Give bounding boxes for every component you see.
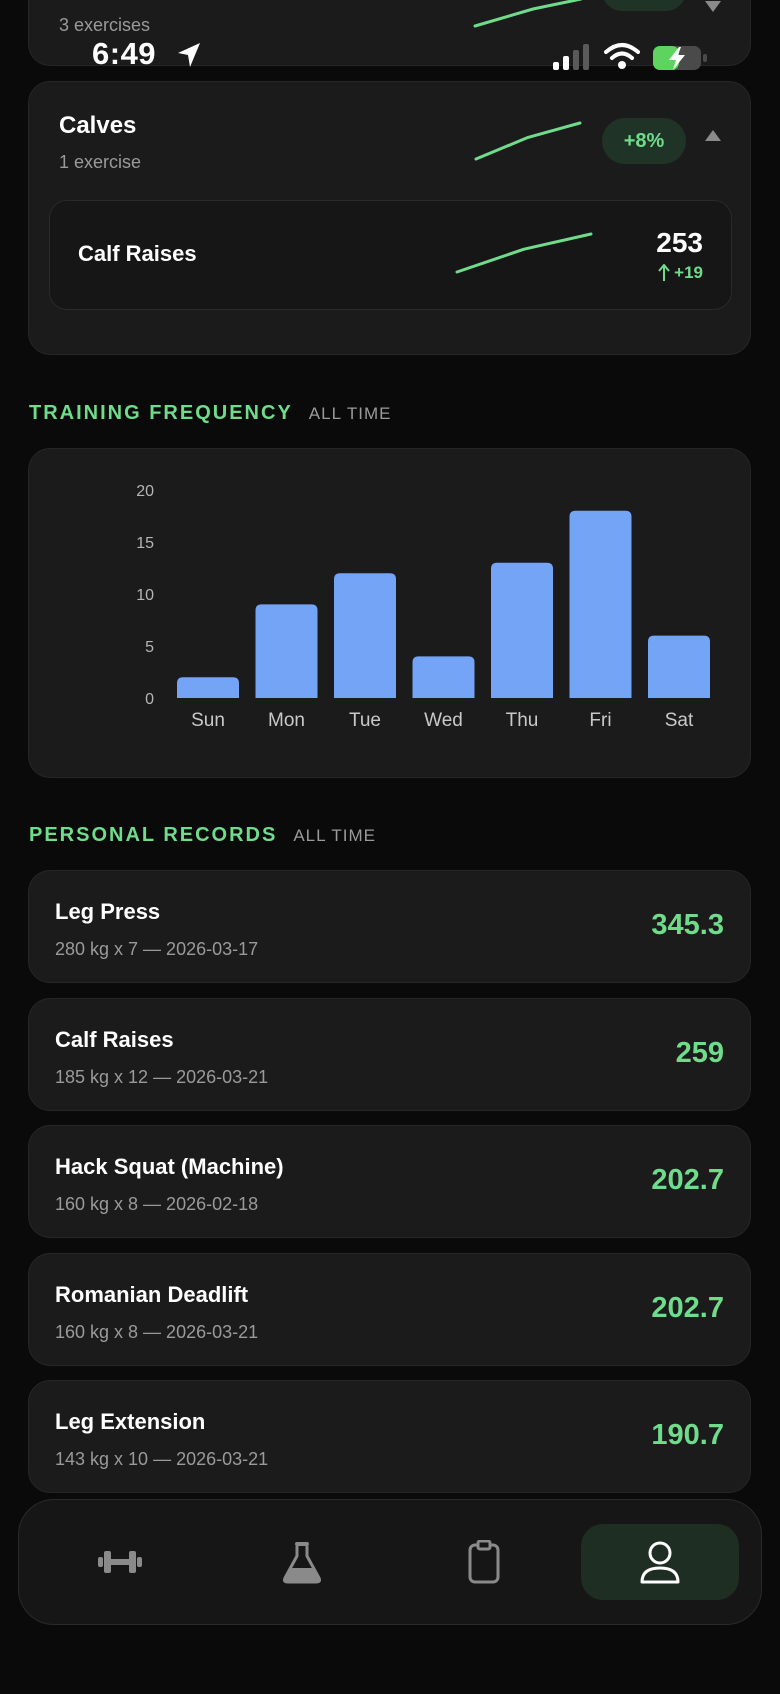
personal-record-card[interactable]: Leg Extension 143 kg x 10 — 2026-03-21 1… (28, 1380, 751, 1493)
chevron-down-icon[interactable] (705, 1, 721, 13)
cellular-signal-icon (553, 44, 589, 70)
bar-sun (177, 677, 239, 698)
personal-record-card[interactable]: Romanian Deadlift 160 kg x 8 — 2026-03-2… (28, 1253, 751, 1366)
battery-charging-icon (653, 46, 707, 70)
wifi-icon (604, 43, 640, 69)
record-exercise-name: Calf Raises (55, 1027, 174, 1052)
section-tag[interactable]: ALL TIME (293, 826, 376, 846)
group-trend-sparkline (474, 121, 582, 161)
exercise-delta-value: +19 (674, 263, 703, 282)
record-value: 259 (675, 1037, 724, 1069)
x-tick-label: Mon (268, 710, 305, 731)
screen: 3 exercises 6:49 Calves 1 exercise +8% C… (0, 0, 780, 1694)
group-change-badge: +8% (602, 118, 686, 164)
tab-lab[interactable] (223, 1524, 381, 1600)
exercise-name: Calf Raises (78, 241, 197, 266)
section-header-training-frequency: TRAINING FREQUENCY ALL TIME (29, 402, 391, 425)
training-frequency-chart: 0 5 10 15 20 Sun Mon Tue Wed Thu Fri Sat (136, 483, 710, 731)
personal-record-card[interactable]: Leg Press 280 kg x 7 — 2026-03-17 345.3 (28, 870, 751, 983)
y-tick-label: 15 (136, 535, 154, 552)
record-detail: 160 kg x 8 — 2026-02-18 (55, 1194, 259, 1214)
x-tick-label: Sun (191, 710, 225, 731)
chevron-up-icon[interactable] (705, 130, 721, 142)
tab-log[interactable] (405, 1524, 563, 1600)
section-title: PERSONAL RECORDS (29, 824, 278, 846)
x-tick-label: Thu (506, 710, 539, 731)
location-arrow-icon (178, 43, 200, 67)
record-exercise-name: Leg Press (55, 899, 161, 924)
x-tick-label: Fri (589, 710, 611, 731)
y-tick-label: 5 (145, 639, 154, 656)
y-tick-label: 20 (136, 483, 154, 500)
x-tick-label: Sat (665, 710, 694, 731)
record-detail: 280 kg x 7 — 2026-03-17 (55, 939, 259, 959)
exercise-value: 253 (656, 227, 703, 258)
status-time: 6:49 (92, 36, 157, 71)
exercise-delta: +19 (658, 263, 703, 283)
tab-profile[interactable] (581, 1524, 739, 1600)
exercise-trend-sparkline (455, 232, 593, 274)
record-exercise-name: Leg Extension (55, 1409, 206, 1434)
bottom-tab-bar (18, 1499, 762, 1625)
tab-workouts[interactable] (41, 1524, 199, 1600)
group-subtitle: 1 exercise (59, 152, 142, 172)
personal-record-card[interactable]: Calf Raises 185 kg x 12 — 2026-03-21 259 (28, 998, 751, 1111)
record-value: 202.7 (651, 1164, 724, 1196)
exercise-row[interactable]: Calf Raises 253 +19 (49, 200, 732, 310)
record-detail: 160 kg x 8 — 2026-03-21 (55, 1322, 259, 1342)
group-change-badge (602, 0, 686, 11)
y-tick-label: 10 (136, 587, 154, 604)
section-title: TRAINING FREQUENCY (29, 402, 293, 424)
group-subtitle: 3 exercises (59, 15, 151, 35)
bar-sat (648, 635, 710, 698)
group-trend-sparkline (473, 0, 583, 28)
clipboard-icon (468, 1540, 500, 1584)
bar-tue (334, 573, 396, 698)
record-detail: 143 kg x 10 — 2026-03-21 (55, 1449, 269, 1469)
flask-icon (282, 1542, 322, 1584)
arrow-up-icon (658, 264, 670, 281)
record-exercise-name: Hack Squat (Machine) (55, 1154, 284, 1179)
bar-thu (491, 562, 553, 698)
x-tick-label: Wed (424, 710, 463, 731)
personal-record-card[interactable]: Hack Squat (Machine) 160 kg x 8 — 2026-0… (28, 1125, 751, 1238)
bar-mon (255, 604, 318, 698)
x-tick-label: Tue (349, 710, 381, 731)
section-header-personal-records: PERSONAL RECORDS ALL TIME (29, 824, 376, 847)
bar-wed (412, 656, 475, 698)
record-value: 190.7 (651, 1419, 724, 1451)
record-value: 345.3 (651, 909, 724, 941)
group-title: Calves (59, 112, 137, 139)
status-bar: 6:49 (0, 36, 780, 80)
dumbbell-icon (98, 1551, 142, 1573)
record-detail: 185 kg x 12 — 2026-03-21 (55, 1067, 269, 1087)
bar-fri (569, 510, 632, 698)
training-frequency-chart-card: 0 5 10 15 20 Sun Mon Tue Wed Thu Fri Sat (28, 448, 751, 778)
muscle-group-card-calves[interactable]: Calves 1 exercise +8% Calf Raises 253 +1… (28, 81, 751, 355)
profile-icon (640, 1541, 680, 1584)
section-tag[interactable]: ALL TIME (309, 404, 392, 424)
y-tick-label: 0 (145, 691, 154, 708)
record-exercise-name: Romanian Deadlift (55, 1282, 249, 1307)
record-value: 202.7 (651, 1292, 724, 1324)
